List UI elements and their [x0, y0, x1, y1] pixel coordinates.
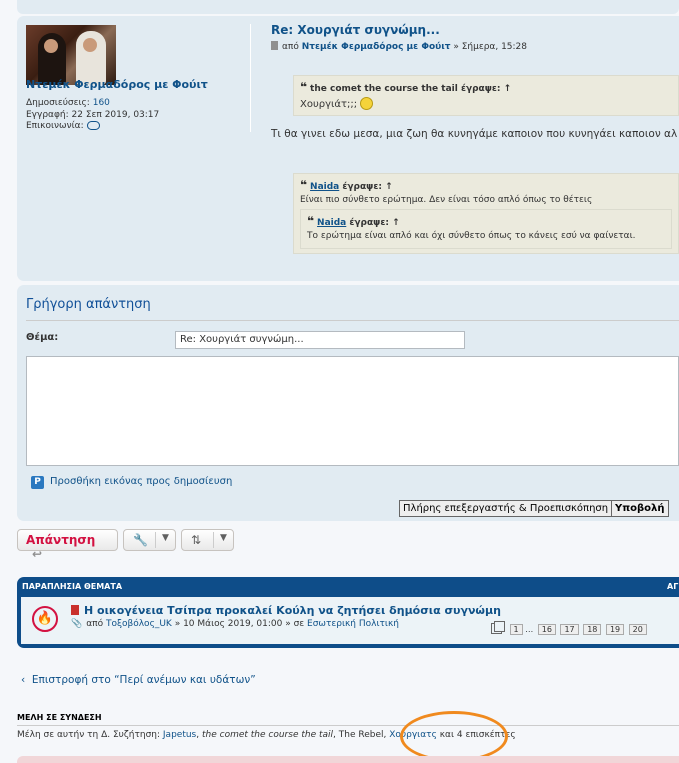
post-meta: από Ντεμέκ Φερμαδόρος με Φούιτ » Σήμερα,… [271, 41, 527, 52]
quote-wrote: έγραψε: [460, 84, 501, 94]
wrench-icon: 🔧 [133, 533, 148, 547]
message-textarea[interactable] [26, 356, 679, 466]
contact-label: Επικοινωνία: [26, 121, 84, 131]
topic-forum[interactable]: Εσωτερική Πολιτική [307, 619, 399, 629]
pages-icon [491, 621, 505, 634]
p-icon: P [31, 476, 44, 489]
document-icon[interactable] [271, 41, 278, 50]
profile-details: Δημοσιεύσεις: 160 Εγγραφή: 22 Σεπ 2019, … [26, 98, 159, 133]
sort-dropdown[interactable]: ⇅ ▼ [181, 529, 234, 551]
back-link-label[interactable]: Επιστροφή στο “Περί ανέμων και υδάτων” [32, 674, 256, 686]
meta-by: από [282, 42, 299, 52]
page-link[interactable]: 20 [628, 624, 647, 635]
topic-meta: 📎 από Τοξοβόλος_UK » 10 Μάιος 2019, 01:00… [71, 619, 399, 629]
post-title[interactable]: Re: Χουργιάτ συγνώμη... [271, 23, 440, 37]
pagination: 1 … 16 17 18 19 20 [491, 621, 647, 635]
quote-text: Χουργιάτ;;; [300, 99, 358, 110]
joined-date: 22 Σεπ 2019, 03:17 [71, 109, 160, 120]
profile-divider [250, 24, 251, 132]
page-link[interactable]: 18 [583, 624, 602, 635]
quote-wrote: έγραψε: [342, 182, 382, 192]
quote-arrow[interactable]: ↑ [504, 84, 512, 94]
quote-user[interactable]: the comet the course the tail [310, 84, 458, 94]
quote-icon: ❝ [307, 214, 315, 228]
quote-user[interactable]: Naida [317, 218, 346, 228]
quick-reply-panel: Γρήγορη απάντηση Θέμα: Re: Χουργιάτ συγν… [17, 285, 679, 521]
next-panel-strip [17, 756, 679, 763]
back-to-forum-link[interactable]: ‹ Επιστροφή στο “Περί ανέμων και υδάτων” [21, 674, 256, 686]
full-editor-button[interactable]: Πλήρης επεξεργαστής & Προεπισκόπηση [399, 500, 613, 517]
tools-dropdown[interactable]: 🔧 ▼ [123, 529, 176, 551]
quote-user[interactable]: Naida [310, 182, 339, 192]
fire-icon: 🔥 [32, 606, 58, 632]
similar-topics: ΠΑΡΑΠΛΗΣΙΑ ΘΕΜΑΤΑ ΑΓ 🔥 Η οικογένεια Τσίπ… [17, 577, 679, 648]
chevron-left-icon: ‹ [21, 674, 26, 686]
similar-topics-header-right: ΑΓ [667, 582, 679, 591]
topic-date: » 10 Μάιος 2019, 01:00 » σε [174, 619, 305, 629]
page-ellipsis: … [525, 625, 534, 634]
quote-icon: ❝ [300, 80, 308, 94]
topic-author[interactable]: Τοξοβόλος_UK [106, 619, 172, 629]
quote-block: ❝ Naida έγραψε: ↑ Είναι πιο σύνθετο ερώτη… [293, 173, 679, 254]
page-link[interactable]: 17 [560, 624, 579, 635]
joined-label: Εγγραφή: [26, 109, 69, 120]
quote-block: ❝ the comet the course the tail έγραψε: ↑… [293, 75, 679, 116]
topic-title-text[interactable]: Η οικογένεια Τσίπρα προκαλεί Κούλη να ζη… [84, 604, 501, 617]
posts-label: Δημοσιεύσεις: [26, 98, 90, 108]
sort-icon: ⇅ [191, 533, 202, 547]
subject-label: Θέμα: [26, 332, 59, 343]
online-user[interactable]: The Rebel [339, 730, 384, 740]
divider [155, 532, 156, 548]
topic-title[interactable]: Η οικογένεια Τσίπρα προκαλεί Κούλη να ζη… [71, 604, 501, 617]
reply-label: Απάντηση [26, 533, 96, 547]
chevron-down-icon: ▼ [162, 533, 169, 543]
meta-time: » Σήμερα, 15:28 [453, 42, 528, 52]
divider [213, 532, 214, 548]
topic-row: 🔥 Η οικογένεια Τσίπρα προκαλεί Κούλη να … [21, 597, 679, 644]
post-body: Τι θα γινει εδω μεσα, μια ζωη θα κυνηγάμ… [271, 128, 678, 140]
add-image-link[interactable]: P Προσθήκη εικόνας προς δημοσίευση [31, 476, 232, 489]
quote-wrote: έγραψε: [349, 218, 389, 228]
page-link[interactable]: 19 [605, 624, 625, 635]
online-prefix: Μέλη σε αυτήν τη Δ. Συζήτηση: [17, 730, 161, 740]
page-link[interactable]: 1 [509, 624, 523, 635]
meta-author[interactable]: Ντεμέκ Φερμαδόρος με Φούιτ [302, 42, 451, 52]
quote-text: Το ερώτημα είναι απλό και όχι σύνθετο όπ… [307, 231, 636, 241]
quote-text: Είναι πιο σύνθετο ερώτημα. Δεν είναι τόσ… [300, 195, 593, 205]
quote-arrow[interactable]: ↑ [385, 182, 393, 192]
quick-reply-title: Γρήγορη απάντηση [26, 297, 151, 312]
speech-bubble-icon[interactable] [86, 121, 100, 130]
divider [26, 320, 679, 321]
divider [17, 725, 679, 726]
submit-button[interactable]: Υποβολή [611, 500, 669, 517]
quote-icon: ❝ [300, 178, 308, 192]
reply-button[interactable]: Απάντηση↩ [17, 529, 118, 561]
chevron-down-icon: ▼ [220, 533, 227, 543]
nested-quote-block: ❝ Naida έγραψε: ↑ Το ερώτημα είναι απλό κ… [300, 209, 672, 249]
author-name[interactable]: Ντεμέκ Φερμαδόρος με Φούιτ [26, 78, 208, 91]
online-header: ΜΕΛΗ ΣΕ ΣΥΝΔΕΣΗ [17, 713, 102, 722]
online-user[interactable]: Japetus [163, 730, 196, 740]
reply-arrow-icon: ↩ [32, 547, 43, 561]
quote-arrow[interactable]: ↑ [392, 218, 400, 228]
topic-by: από [86, 619, 104, 629]
online-user[interactable]: the comet the course the tail [202, 730, 333, 740]
posts-count[interactable]: 160 [93, 98, 110, 108]
page-link[interactable]: 16 [537, 624, 556, 635]
avatar[interactable] [26, 25, 116, 85]
add-image-label: Προσθήκη εικόνας προς δημοσίευση [50, 476, 233, 487]
highlight-circle-annotation [400, 711, 508, 762]
smiley-icon [360, 97, 374, 110]
similar-topics-header: ΠΑΡΑΠΛΗΣΙΑ ΘΕΜΑΤΑ [22, 582, 123, 591]
attachment-icon: 📎 [71, 619, 83, 629]
subject-input[interactable]: Re: Χουργιάτ συγνώμη... [175, 331, 465, 349]
previous-post-strip [17, 0, 679, 14]
pdf-icon [71, 605, 79, 615]
post: Ντεμέκ Φερμαδόρος με Φούιτ Δημοσιεύσεις:… [17, 16, 679, 281]
